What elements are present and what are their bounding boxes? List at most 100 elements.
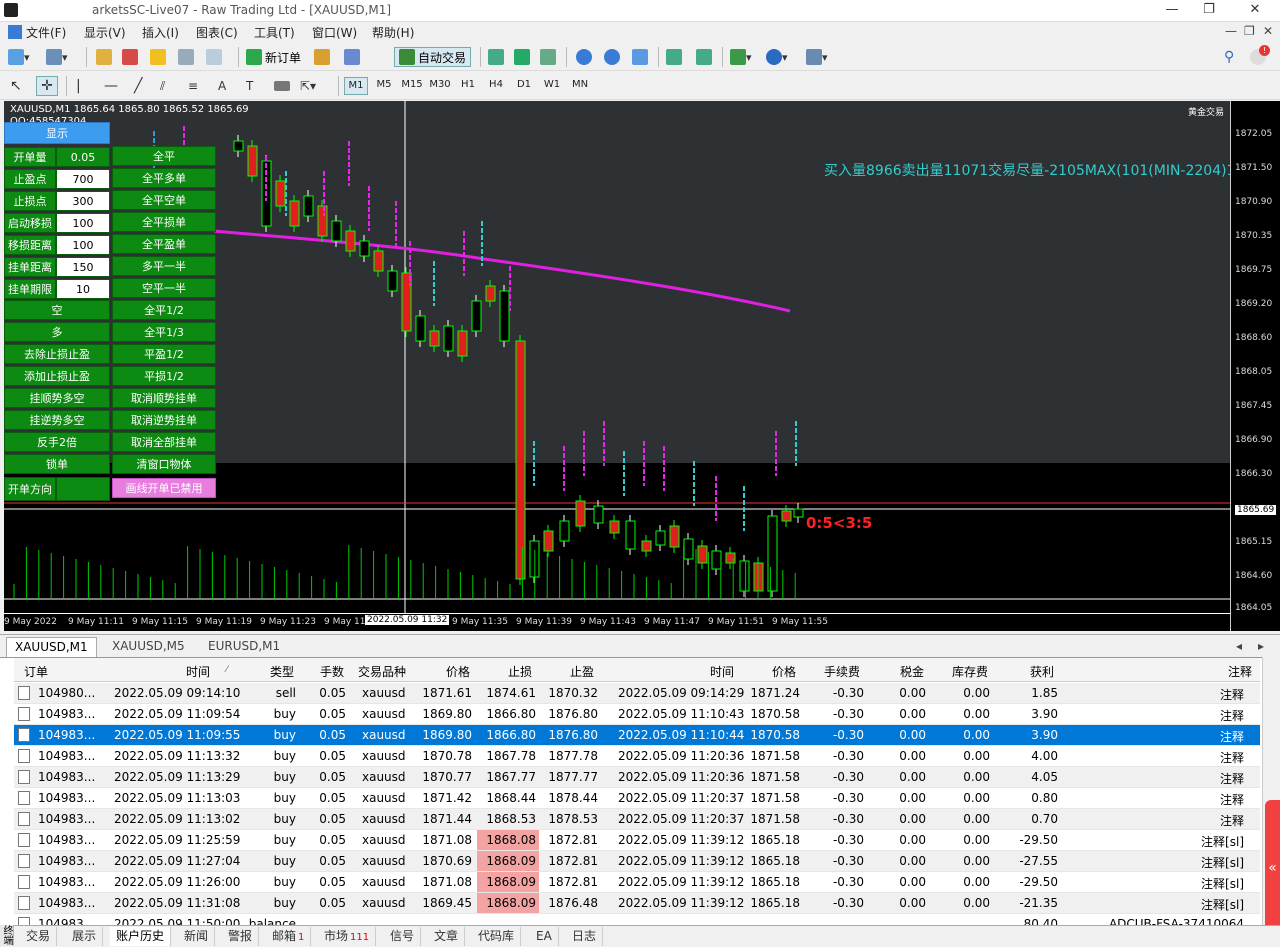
table-row[interactable]: 104983... 2022.05.09 11:09:54 buy 0.05 xauus…: [14, 704, 1260, 725]
tf-mn[interactable]: MN: [568, 79, 592, 90]
close-all-button[interactable]: 全平: [112, 146, 216, 166]
tab-code-base[interactable]: 代码库: [472, 927, 522, 946]
close-all-sell-button[interactable]: 全平空单: [112, 190, 216, 210]
menu-view[interactable]: 显示(V): [84, 24, 126, 41]
tester-icon[interactable]: [206, 47, 222, 67]
lock-button[interactable]: 锁单: [4, 454, 110, 474]
col-open-time[interactable]: 时间: [186, 663, 210, 680]
tf-h1[interactable]: H1: [456, 79, 480, 90]
trendline-icon[interactable]: ╱: [134, 76, 142, 96]
table-row[interactable]: 104983... 2022.05.09 11:27:04 buy 0.05 xauus…: [14, 851, 1260, 872]
stop-loss-input[interactable]: 300: [56, 191, 110, 211]
tab-news[interactable]: 新闻: [178, 927, 216, 946]
tab-journal[interactable]: 日志: [566, 927, 604, 946]
side-flag-button[interactable]: «: [1265, 800, 1280, 940]
equidistant-channel-icon[interactable]: ⫽: [160, 76, 165, 96]
rectangle-tool-icon[interactable]: [274, 76, 290, 96]
new-chart-icon[interactable]: ▾: [8, 47, 30, 67]
mdi-close-icon[interactable]: ✕: [1263, 24, 1273, 38]
close-all-half-button[interactable]: 全平1/2: [112, 300, 216, 320]
cancel-trend-pending-button[interactable]: 取消顺势挂单: [112, 388, 216, 408]
cancel-all-pending-button[interactable]: 取消全部挂单: [112, 432, 216, 452]
tab-experts[interactable]: EA: [530, 927, 559, 946]
meta-icon[interactable]: [344, 47, 360, 67]
text-tool-icon[interactable]: A: [218, 76, 226, 96]
tab-eurusd-m1[interactable]: EURUSD,M1: [200, 637, 288, 657]
tab-xauusd-m1[interactable]: XAUUSD,M1: [6, 637, 97, 657]
new-order-button[interactable]: 新订单: [246, 47, 301, 67]
reverse-double-button[interactable]: 反手2倍: [4, 432, 110, 452]
clear-objects-button[interactable]: 清窗口物体: [112, 454, 216, 474]
col-close-price[interactable]: 价格: [772, 663, 796, 680]
mdi-minimize-icon[interactable]: —: [1225, 24, 1237, 38]
col-close-time[interactable]: 时间: [710, 663, 734, 680]
sell-button[interactable]: 空: [4, 300, 110, 320]
tab-market[interactable]: 市场 111: [318, 927, 377, 946]
tab-trade[interactable]: 交易: [20, 927, 58, 946]
menu-file[interactable]: 文件(F): [26, 24, 66, 41]
close-losing-button[interactable]: 全平损单: [112, 212, 216, 232]
buy-button[interactable]: 多: [4, 322, 110, 342]
tab-mailbox[interactable]: 邮箱 1: [266, 927, 312, 946]
restore-button[interactable]: ❐: [1197, 2, 1221, 20]
zoom-in-icon[interactable]: [576, 47, 592, 67]
metaeditor-icon[interactable]: [314, 47, 330, 67]
col-order[interactable]: 订单: [24, 663, 48, 680]
menu-chart[interactable]: 图表(C): [196, 24, 238, 41]
tabs-scroll-left-icon[interactable]: ◂: [1236, 637, 1242, 657]
tf-d1[interactable]: D1: [512, 79, 536, 90]
tab-exposure[interactable]: 展示: [66, 927, 104, 946]
vertical-line-icon[interactable]: |: [76, 76, 81, 96]
remove-sl-tp-button[interactable]: 去除止损止盈: [4, 344, 110, 364]
table-row[interactable]: 104983... 2022.05.09 11:26:00 buy 0.05 xauus…: [14, 872, 1260, 893]
tf-w1[interactable]: W1: [540, 79, 564, 90]
pending-counter-button[interactable]: 挂逆势多空: [4, 410, 110, 430]
tabs-scroll-right-icon[interactable]: ▸: [1258, 637, 1264, 657]
col-lots[interactable]: 手数: [320, 663, 344, 680]
search-icon[interactable]: ⚲: [1224, 47, 1234, 67]
table-row[interactable]: 104983... 2022.05.09 11:13:29 buy 0.05 xauus…: [14, 767, 1260, 788]
add-sl-tp-button[interactable]: 添加止损止盈: [4, 366, 110, 386]
table-row[interactable]: 104983... 2022.05.09 11:25:59 buy 0.05 xauus…: [14, 830, 1260, 851]
close-all-buy-button[interactable]: 全平多单: [112, 168, 216, 188]
cancel-counter-pending-button[interactable]: 取消逆势挂单: [112, 410, 216, 430]
close-all-third-button[interactable]: 全平1/3: [112, 322, 216, 342]
periods-icon[interactable]: ▾: [766, 47, 788, 67]
menu-help[interactable]: 帮助(H): [372, 24, 414, 41]
pending-expiry-input[interactable]: 10: [56, 279, 110, 299]
col-sl[interactable]: 止损: [508, 663, 532, 680]
tab-articles[interactable]: 文章: [428, 927, 466, 946]
mdi-restore-icon[interactable]: ❐: [1244, 24, 1255, 38]
minimize-button[interactable]: —: [1160, 2, 1184, 20]
tf-m30[interactable]: M30: [428, 79, 452, 90]
col-type[interactable]: 类型: [270, 663, 294, 680]
close-winning-button[interactable]: 全平盈单: [112, 234, 216, 254]
line-chart-icon[interactable]: [540, 47, 556, 67]
bar-chart-icon[interactable]: [488, 47, 504, 67]
col-profit[interactable]: 获利: [1030, 663, 1054, 680]
tf-m5[interactable]: M5: [372, 79, 396, 90]
col-taxes[interactable]: 税金: [900, 663, 924, 680]
cursor-icon[interactable]: ↖: [10, 76, 22, 96]
tab-alerts[interactable]: 警报: [222, 927, 260, 946]
direction-input[interactable]: [56, 477, 110, 501]
take-profit-input[interactable]: 700: [56, 169, 110, 189]
pending-trend-button[interactable]: 挂顺势多空: [4, 388, 110, 408]
table-row[interactable]: 104983... 2022.05.09 11:09:55 buy 0.05 xauus…: [14, 725, 1260, 746]
trailing-distance-input[interactable]: 100: [56, 235, 110, 255]
tf-m15[interactable]: M15: [400, 79, 424, 90]
col-symbol[interactable]: 交易品种: [358, 663, 406, 680]
crosshair-icon[interactable]: ✛: [36, 76, 58, 96]
col-commission[interactable]: 手续费: [824, 663, 860, 680]
col-swap[interactable]: 库存费: [952, 663, 988, 680]
menu-window[interactable]: 窗口(W): [312, 24, 357, 41]
tab-xauusd-m5[interactable]: XAUUSD,M5: [104, 637, 193, 657]
tab-account-history[interactable]: 账户历史: [110, 927, 172, 946]
close-winning-half-button[interactable]: 平盈1/2: [112, 344, 216, 364]
tf-h4[interactable]: H4: [484, 79, 508, 90]
tab-signals[interactable]: 信号: [384, 927, 422, 946]
market-watch-icon[interactable]: [96, 47, 112, 67]
arrows-tool-icon[interactable]: ⇱▾: [300, 76, 316, 96]
close-half-sell-button[interactable]: 空平一半: [112, 278, 216, 298]
auto-scroll-icon[interactable]: [696, 47, 712, 67]
